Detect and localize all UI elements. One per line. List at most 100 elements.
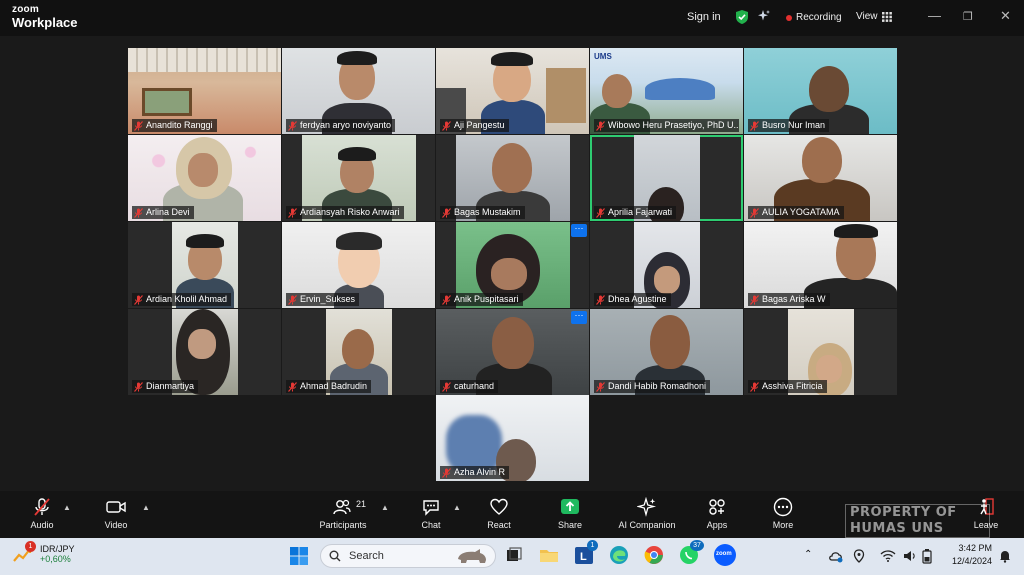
windows-start-icon[interactable] <box>289 546 309 566</box>
audio-button[interactable]: Audio <box>24 497 60 530</box>
participant-name: Wibowo Heru Prasetiyo, PhD U... <box>608 120 739 130</box>
clock[interactable]: 3:42 PM 12/4/2024 <box>946 543 992 566</box>
participant-tile[interactable]: AULIA YOGATAMA <box>744 135 897 221</box>
edge-browser-icon[interactable] <box>608 544 630 566</box>
participant-tile[interactable]: ··· Anik Puspitasari <box>436 222 589 308</box>
more-button[interactable]: More <box>768 497 798 530</box>
participants-options-caret-icon[interactable]: ▲ <box>381 503 389 512</box>
zoom-app-icon[interactable]: zoom <box>714 544 736 566</box>
person-hair <box>834 224 878 238</box>
wifi-icon[interactable] <box>880 549 896 563</box>
apps-label: Apps <box>706 520 728 530</box>
grid-view-icon <box>881 11 892 22</box>
participant-name-label: Anandito Ranggi <box>132 119 217 132</box>
chat-button[interactable]: Chat <box>416 497 446 530</box>
participant-tile[interactable]: Arlina Devi <box>128 135 281 221</box>
show-hidden-icons-caret-icon[interactable]: ⌃ <box>804 549 812 560</box>
volume-icon[interactable] <box>902 549 918 563</box>
participant-name: Aji Pangestu <box>454 120 505 130</box>
participant-name-label: ferdyan aryo noviyanto <box>286 119 396 132</box>
file-explorer-icon[interactable] <box>538 544 560 566</box>
close-icon[interactable]: ✕ <box>1000 8 1011 24</box>
battery-icon[interactable] <box>922 548 932 564</box>
mic-muted-icon <box>134 120 143 131</box>
ticker-change: +0,60% <box>40 554 71 564</box>
avatar-hair <box>336 232 382 250</box>
participants-button[interactable]: 21 Participants <box>314 497 372 530</box>
participant-tile[interactable]: Dandi Habib Romadhoni <box>590 309 743 395</box>
task-view-icon[interactable] <box>503 544 525 566</box>
participant-tile[interactable]: Ervin_Sukses <box>282 222 435 308</box>
maximize-icon[interactable]: ❐ <box>963 10 973 23</box>
person-head <box>602 74 632 108</box>
zoom-app-label: zoom <box>716 551 732 557</box>
security-shield-icon[interactable] <box>735 9 749 25</box>
participant-name-label: Dhea Agustine <box>594 293 671 306</box>
participant-name-label: Anik Puspitasari <box>440 293 523 306</box>
zoom-logo: zoom Workplace <box>12 5 78 30</box>
more-options-button[interactable]: ··· <box>571 224 587 237</box>
participant-tile-active-speaker[interactable]: Aprilia Fajarwati <box>590 135 743 221</box>
ai-companion-button[interactable]: AI Companion <box>612 497 682 530</box>
participant-tile[interactable]: Azha Alvin R <box>436 395 589 481</box>
participant-tile[interactable]: Ardian Kholil Ahmad <box>128 222 281 308</box>
participants-icon <box>333 499 351 515</box>
outlook-app-icon[interactable]: L1 <box>573 540 598 566</box>
participant-tile[interactable]: Bagas Mustakim <box>436 135 589 221</box>
mic-muted-icon <box>134 381 143 392</box>
view-label: View <box>856 11 878 22</box>
meeting-toolbar: Audio ▲ Video ▲ 21 Participants ▲ Chat ▲… <box>0 491 1024 538</box>
windows-taskbar: 1 IDR/JPY +0,60% Search L1 37 zoom ⌃ 3:4… <box>0 538 1024 575</box>
participant-tile[interactable]: Anandito Ranggi <box>128 48 281 134</box>
mic-muted-icon <box>442 207 451 218</box>
participant-name: Anandito Ranggi <box>146 120 213 130</box>
watermark-stamp: PROPERTY OF HUMAS UNS <box>845 504 990 538</box>
person-head <box>492 143 532 193</box>
notification-bell-icon[interactable] <box>998 549 1012 563</box>
minimize-icon[interactable]: — <box>928 8 941 23</box>
chrome-browser-icon[interactable] <box>643 544 665 566</box>
more-options-button[interactable]: ··· <box>571 311 587 324</box>
participant-name-label: Aji Pangestu <box>440 119 509 132</box>
whatsapp-icon[interactable]: 37 <box>678 540 704 566</box>
ai-companion-sparkle-icon <box>637 497 657 517</box>
mic-muted-icon <box>596 294 605 305</box>
participant-tile[interactable]: Asshiva Fitricia <box>744 309 897 395</box>
audio-options-caret-icon[interactable]: ▲ <box>63 503 71 512</box>
participant-tile[interactable]: ferdyan aryo noviyanto <box>282 48 435 134</box>
participant-tile[interactable]: UMS Wibowo Heru Prasetiyo, PhD U... <box>590 48 743 134</box>
ai-sparkle-icon[interactable] <box>757 9 771 23</box>
stock-ticker-widget[interactable]: 1 IDR/JPY +0,60% <box>12 541 75 565</box>
svg-text:L: L <box>580 551 587 563</box>
share-button[interactable]: Share <box>554 497 586 530</box>
chat-options-caret-icon[interactable]: ▲ <box>453 503 461 512</box>
ticker-name: IDR/JPY <box>40 544 75 554</box>
mic-muted-icon <box>134 294 143 305</box>
participant-tile[interactable]: Dhea Agustine <box>590 222 743 308</box>
taskbar-search-box[interactable]: Search <box>320 544 496 568</box>
recording-indicator[interactable]: Recording <box>786 12 842 23</box>
location-pin-icon[interactable] <box>852 549 866 563</box>
participant-name: caturhand <box>454 381 495 391</box>
sign-in-button[interactable]: Sign in <box>687 11 721 23</box>
person-face <box>491 258 527 290</box>
cloud-sync-icon[interactable] <box>828 549 844 563</box>
participant-name-label: Busro Nur Iman <box>748 119 830 132</box>
participant-tile[interactable]: Dianmartiya <box>128 309 281 395</box>
chat-label: Chat <box>421 520 441 530</box>
participant-tile[interactable]: Aji Pangestu <box>436 48 589 134</box>
logo-workplace-text: Workplace <box>12 15 78 30</box>
participant-tile[interactable]: Busro Nur Iman <box>744 48 897 134</box>
participant-tile[interactable]: ··· caturhand <box>436 309 589 395</box>
participant-tile[interactable]: Ardiansyah Risko Anwari <box>282 135 435 221</box>
participant-tile[interactable]: Ahmad Badrudin <box>282 309 435 395</box>
react-button[interactable]: React <box>483 497 515 530</box>
person-head <box>650 315 690 369</box>
apps-button[interactable]: Apps <box>702 497 732 530</box>
mic-muted-icon <box>442 294 451 305</box>
participant-tile[interactable]: Bagas Ariska W <box>744 222 897 308</box>
video-options-caret-icon[interactable]: ▲ <box>142 503 150 512</box>
participant-name: Ardian Kholil Ahmad <box>146 294 228 304</box>
video-button[interactable]: Video <box>98 497 134 530</box>
view-button[interactable]: View <box>856 11 892 22</box>
